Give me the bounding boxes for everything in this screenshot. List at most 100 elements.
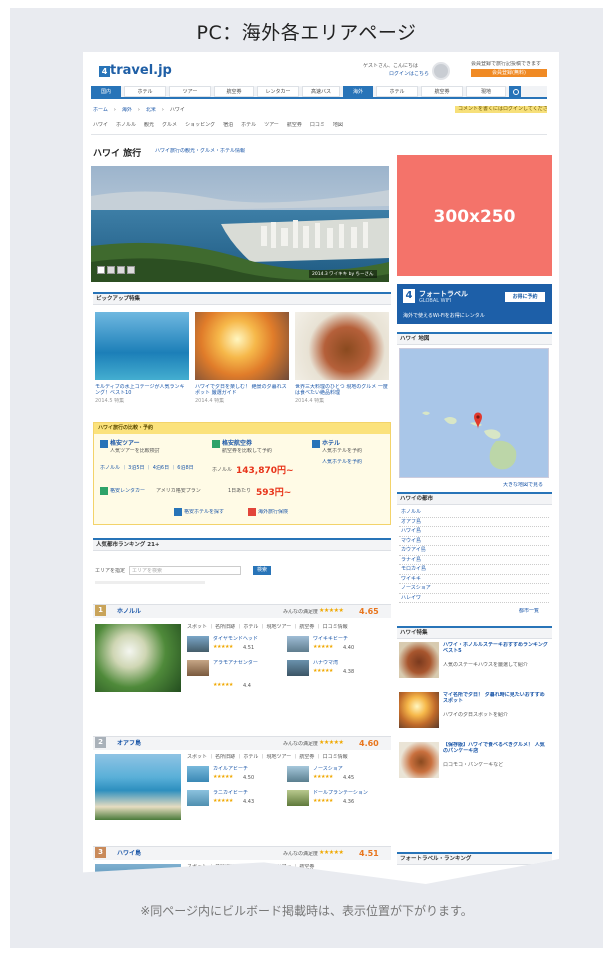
spot-name[interactable]: ドールプランテーション xyxy=(313,790,389,796)
register-button[interactable]: 会員登録(無料) xyxy=(471,69,547,77)
subnav-item[interactable]: グルメ xyxy=(162,122,177,128)
spot-thumb[interactable] xyxy=(187,660,209,676)
spot-name[interactable]: カイルアビーチ xyxy=(213,766,281,772)
nav-item-overseas-flight[interactable]: 航空券 xyxy=(421,86,463,97)
nav-item-local[interactable]: 現地 xyxy=(466,86,506,97)
pickup-image[interactable] xyxy=(95,312,189,380)
city-image[interactable] xyxy=(95,754,181,820)
nav-item-domestic[interactable]: 国内 xyxy=(91,86,121,97)
nav-item-tour[interactable]: ツアー xyxy=(169,86,211,97)
bookmark-tag[interactable]: コメントを書くにはログインしてください xyxy=(455,106,547,113)
spot-thumb[interactable] xyxy=(287,766,309,782)
area-search-button[interactable]: 検索 xyxy=(253,566,271,575)
area-map[interactable] xyxy=(399,348,549,478)
area-search-input[interactable]: エリアを検索 xyxy=(129,566,241,575)
area-list-item[interactable]: カウアイ島 xyxy=(399,546,549,556)
subnav-item[interactable]: ホテル xyxy=(241,122,256,128)
area-list-item[interactable]: ラナイ島 xyxy=(399,556,549,565)
spot-name[interactable]: ラニカイビーチ xyxy=(213,790,281,796)
tour-label[interactable]: 格安ツアー xyxy=(110,440,140,447)
hero-thumb[interactable] xyxy=(127,266,135,274)
nav-item-hotel[interactable]: ホテル xyxy=(124,86,166,97)
nav-item-flight[interactable]: 航空券 xyxy=(214,86,254,97)
pickup-image[interactable] xyxy=(195,312,289,380)
spot-name[interactable]: ダイヤモンドヘッド xyxy=(213,636,281,642)
nav-item-overseas[interactable]: 海外 xyxy=(343,86,373,97)
subnav-item[interactable]: ホノルル xyxy=(116,122,136,128)
insurance-link[interactable]: 海外旅行保険 xyxy=(258,509,288,515)
area-list-item[interactable]: ハワイ島 xyxy=(399,527,549,537)
tour-links[interactable]: ホノルル ｜ 3泊5日 ｜ 4泊6日 ｜ 6泊8日 xyxy=(100,465,204,471)
rental-price[interactable]: 593円~ xyxy=(256,485,291,498)
flight-label[interactable]: 格安航空券 xyxy=(222,440,252,447)
feature-image[interactable] xyxy=(399,742,439,778)
pickup-title[interactable]: 世界三大料理のひとつ 現地のグルメ 一度は食べたい絶品料理 xyxy=(295,384,389,396)
spot-name[interactable]: アラモアナセンター xyxy=(213,660,281,666)
feature-image[interactable] xyxy=(399,692,439,728)
breadcrumb-item[interactable]: ホーム xyxy=(93,107,108,113)
hotel-label[interactable]: ホテル xyxy=(322,440,340,447)
subnav-item[interactable]: ショッピング xyxy=(185,122,215,128)
subnav-item[interactable]: ツアー xyxy=(264,122,279,128)
feature-title[interactable]: 【保存版】ハワイで食べるべきグルメ！ 人気のパンケーキ店 xyxy=(443,742,549,760)
area-list-item[interactable]: ホノルル xyxy=(399,508,549,518)
city-name[interactable]: オアフ島 xyxy=(117,740,141,747)
city-subtabs[interactable]: スポット ｜ 名所旧跡 ｜ ホテル ｜ 現地ツアー ｜ 航空券 ｜ 口コミ情報 xyxy=(187,754,391,760)
hero-image[interactable]: 2014.3 ワイキキ by ちーさん xyxy=(91,166,389,282)
hotel-search-link[interactable]: 格安ホテルを探す xyxy=(184,509,224,515)
subnav-item[interactable]: 地図 xyxy=(333,122,343,128)
subnav-item[interactable]: 観光 xyxy=(144,122,154,128)
spot-thumb[interactable] xyxy=(187,790,209,806)
pickup-title[interactable]: モルディブの水上コテージが人気ランキング！ベスト10 xyxy=(95,384,189,396)
feature-image[interactable] xyxy=(399,642,439,678)
subnav-item[interactable]: 口コミ xyxy=(310,122,325,128)
spot-thumb[interactable] xyxy=(187,636,209,652)
area-list-item[interactable]: オアフ島 xyxy=(399,518,549,527)
page-title-note[interactable]: ハワイ旅行の観光・グルメ・ホテル情報 xyxy=(155,148,389,154)
feature-title[interactable]: マイ名所で夕日！ 夕暮れ時に見たいおすすめスポット xyxy=(443,692,549,710)
city-name[interactable]: ホノルル xyxy=(117,608,141,615)
spot-thumb[interactable] xyxy=(287,790,309,806)
spot-name[interactable]: ハナウマ湾 xyxy=(313,660,389,666)
login-link[interactable]: ログインはこちら xyxy=(373,71,429,77)
feature-title[interactable]: ハワイ・ホノルルステーキおすすめランキングベスト5 xyxy=(443,642,549,660)
search-icon[interactable] xyxy=(509,86,521,97)
area-list-item[interactable]: ノースショア xyxy=(399,584,549,594)
breadcrumb-item[interactable]: 北米 xyxy=(146,107,156,113)
areas-more-link[interactable]: 都市一覧 xyxy=(519,608,539,614)
area-list-item[interactable]: モロカイ島 xyxy=(399,565,549,575)
spot-name[interactable]: ワイキキビーチ xyxy=(313,636,389,642)
subnav-item[interactable]: 航空券 xyxy=(287,122,302,128)
area-list-item[interactable]: ワイキキ xyxy=(399,575,549,584)
area-list-item[interactable]: ハレイワ xyxy=(399,594,549,603)
city-name[interactable]: ハワイ島 xyxy=(117,850,141,857)
rental-label[interactable]: 格安レンタカー xyxy=(110,488,145,494)
city-image[interactable] xyxy=(95,864,181,884)
subnav-item[interactable]: 宿泊 xyxy=(223,122,233,128)
subnav-item[interactable]: ハワイ xyxy=(93,122,108,128)
area-list-item[interactable]: マウイ島 xyxy=(399,537,549,546)
logo-text[interactable]: travel.jp xyxy=(110,63,172,78)
nav-item-overseas-hotel[interactable]: ホテル xyxy=(376,86,418,97)
map-large-link[interactable]: 大きな地図で見る xyxy=(503,482,543,488)
wifi-banner[interactable]: 4 フォートラベル GLOBAL WIFI お得に予約 海外で使えるWi-Fiを… xyxy=(397,284,552,324)
city-image[interactable] xyxy=(95,624,181,692)
pickup-title[interactable]: ハワイで夕日を楽しむ！ 絶景の夕暮れスポット 厳選ガイド xyxy=(195,384,289,396)
breadcrumb-item[interactable]: 海外 xyxy=(122,107,132,113)
spot-thumb[interactable] xyxy=(287,636,309,652)
flight-price[interactable]: 143,870円~ xyxy=(236,463,294,476)
hero-thumb[interactable] xyxy=(97,266,105,274)
hero-thumb[interactable] xyxy=(117,266,125,274)
pickup-image[interactable] xyxy=(295,312,389,380)
hotel-link[interactable]: 人気ホテルを予約 xyxy=(322,459,388,465)
spot-thumb[interactable] xyxy=(287,660,309,676)
spot-name[interactable]: ノースショア xyxy=(313,766,389,772)
nav-item-bus[interactable]: 高速バス xyxy=(302,86,340,97)
city-subtabs[interactable]: スポット ｜ 名所旧跡 ｜ ホテル ｜ 現地ツアー ｜ 航空券 xyxy=(187,864,391,870)
avatar[interactable] xyxy=(432,62,450,80)
city-subtabs[interactable]: スポット ｜ 名所旧跡 ｜ ホテル ｜ 現地ツアー ｜ 航空券 ｜ 口コミ情報 xyxy=(187,624,391,630)
spot-thumb[interactable] xyxy=(187,766,209,782)
nav-item-rentacar[interactable]: レンタカー xyxy=(257,86,299,97)
logo-mark[interactable]: 4 xyxy=(99,66,110,77)
hero-thumb[interactable] xyxy=(107,266,115,274)
